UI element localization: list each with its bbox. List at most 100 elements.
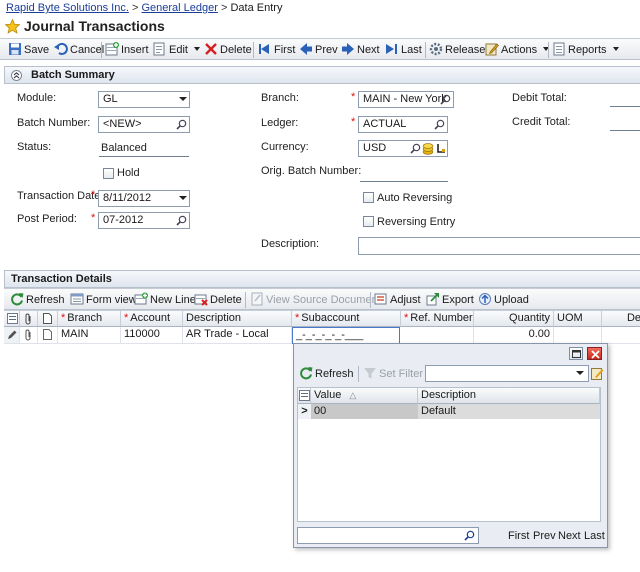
- grid-row-selector-header[interactable]: [4, 310, 20, 327]
- lookup-row-description[interactable]: Default: [418, 404, 600, 419]
- set-filter-label: Set Filter: [379, 368, 424, 380]
- delete-button[interactable]: Delete: [204, 42, 252, 58]
- quantity-column-header[interactable]: Quantity: [474, 310, 554, 327]
- search-icon[interactable]: [176, 215, 187, 226]
- description-column-header[interactable]: Description: [183, 310, 292, 327]
- attachments-column-header[interactable]: [20, 310, 38, 327]
- value-column-header[interactable]: Value △: [311, 388, 418, 404]
- lookup-column-config[interactable]: [298, 388, 311, 404]
- cancel-button[interactable]: Cancel: [54, 42, 104, 58]
- description-input[interactable]: [358, 237, 640, 255]
- auto-reversing-checkbox[interactable]: [363, 192, 374, 203]
- uom-column-header[interactable]: UOM: [554, 310, 602, 327]
- maximize-button[interactable]: [569, 347, 583, 360]
- breadcrumb-company-link[interactable]: Rapid Byte Solutions Inc.: [6, 2, 129, 14]
- page-title: Journal Transactions: [24, 18, 165, 34]
- last-button[interactable]: Last: [385, 42, 422, 58]
- edit-filter-icon[interactable]: [591, 367, 604, 380]
- row-ref-number-cell[interactable]: [401, 327, 474, 344]
- row-branch-cell[interactable]: MAIN: [58, 327, 121, 344]
- new-line-button[interactable]: New Line: [134, 292, 196, 308]
- search-icon[interactable]: [434, 119, 445, 130]
- upload-button[interactable]: Upload: [478, 292, 529, 308]
- notes-column-header[interactable]: [38, 310, 58, 327]
- row-note-cell[interactable]: [38, 327, 58, 344]
- refresh-button[interactable]: Refresh: [10, 292, 65, 308]
- pager-last[interactable]: Last: [584, 530, 605, 542]
- release-button[interactable]: Release: [429, 42, 485, 58]
- collapse-icon[interactable]: [11, 70, 22, 81]
- reports-menu-button[interactable]: Reports: [552, 42, 619, 58]
- row-quantity-cell[interactable]: 0.00: [474, 327, 554, 344]
- set-filter-button[interactable]: Set Filter: [363, 366, 423, 382]
- insert-button[interactable]: Insert: [105, 42, 149, 58]
- row-edit-indicator[interactable]: [4, 327, 20, 344]
- pager-first[interactable]: First: [508, 530, 529, 542]
- adjust-button[interactable]: Adjust: [374, 292, 421, 308]
- search-icon[interactable]: [410, 143, 421, 154]
- prev-arrow-icon: [300, 43, 312, 55]
- batch-number-field[interactable]: <NEW>: [98, 116, 190, 133]
- export-button[interactable]: Export: [426, 292, 474, 308]
- search-icon[interactable]: [440, 94, 451, 105]
- document-icon: [251, 292, 263, 306]
- filter-select[interactable]: [425, 365, 589, 382]
- ref-number-column-header[interactable]: * Ref. Number: [401, 310, 474, 327]
- breadcrumb-separator: >: [131, 2, 139, 14]
- close-button[interactable]: [587, 347, 602, 360]
- description-column-header[interactable]: Description: [418, 388, 600, 404]
- pager-prev[interactable]: Prev: [533, 530, 556, 542]
- upload-label: Upload: [494, 294, 529, 306]
- subaccount-column-header[interactable]: * Subaccount: [292, 310, 401, 327]
- upload-icon: [479, 293, 491, 305]
- branch-field[interactable]: MAIN - New York: [358, 91, 454, 108]
- module-label: Module:: [17, 92, 57, 104]
- lookup-search-input[interactable]: [297, 527, 479, 544]
- prev-label: Prev: [315, 44, 338, 56]
- row-description-cell[interactable]: AR Trade - Local: [183, 327, 292, 344]
- next-button[interactable]: Next: [341, 42, 380, 58]
- search-icon[interactable]: [176, 119, 187, 130]
- transaction-date-picker[interactable]: 8/11/2012: [98, 190, 190, 207]
- cancel-label: Cancel: [70, 44, 105, 56]
- row-attachment-cell[interactable]: [20, 327, 38, 344]
- lookup-refresh-button[interactable]: Refresh: [299, 366, 354, 382]
- add-row-icon: [134, 292, 148, 305]
- form-view-button[interactable]: Form view: [70, 292, 137, 308]
- search-icon[interactable]: [464, 530, 475, 541]
- more-column-header[interactable]: De: [602, 310, 640, 327]
- breadcrumb-module-link[interactable]: General Ledger: [141, 2, 217, 14]
- first-button[interactable]: First: [258, 42, 295, 58]
- actions-menu-button[interactable]: Actions: [485, 42, 550, 58]
- row-account-cell[interactable]: 110000: [121, 327, 183, 344]
- lookup-row-value[interactable]: 00: [311, 404, 418, 419]
- breadcrumb-current: Data Entry: [230, 2, 283, 14]
- coins-icon[interactable]: [422, 142, 434, 155]
- batch-summary-header[interactable]: Batch Summary: [4, 66, 640, 84]
- release-gear-icon: [429, 42, 443, 56]
- post-period-field[interactable]: 07-2012: [98, 212, 190, 229]
- status-value: Balanced: [99, 141, 189, 157]
- currency-field[interactable]: USD: [358, 140, 448, 157]
- row-subaccount-input[interactable]: _-_-_-_-_-___: [292, 327, 400, 344]
- row-selected-indicator[interactable]: >: [298, 404, 311, 419]
- edit-menu-button[interactable]: Edit: [153, 42, 201, 58]
- hold-checkbox[interactable]: [103, 168, 114, 179]
- reversing-entry-checkbox[interactable]: [363, 216, 374, 227]
- save-button[interactable]: Save: [8, 42, 49, 58]
- view-source-document-button[interactable]: View Source Document: [250, 292, 381, 308]
- ledger-field[interactable]: ACTUAL: [358, 116, 448, 133]
- row-uom-cell[interactable]: [554, 327, 602, 344]
- account-column-header[interactable]: * Account: [121, 310, 183, 327]
- reports-icon: [553, 42, 565, 56]
- batch-summary-title: Batch Summary: [31, 69, 115, 81]
- branch-column-header[interactable]: * Branch: [58, 310, 121, 327]
- rate-arrow-icon[interactable]: [436, 143, 446, 154]
- pager-next[interactable]: Next: [558, 530, 581, 542]
- first-label: First: [274, 44, 296, 56]
- module-select[interactable]: GL: [98, 91, 190, 108]
- prev-button[interactable]: Prev: [299, 42, 338, 58]
- favorite-star-icon[interactable]: [5, 19, 20, 34]
- delete-row-button[interactable]: Delete: [194, 292, 242, 308]
- row-more-cell[interactable]: [602, 327, 640, 344]
